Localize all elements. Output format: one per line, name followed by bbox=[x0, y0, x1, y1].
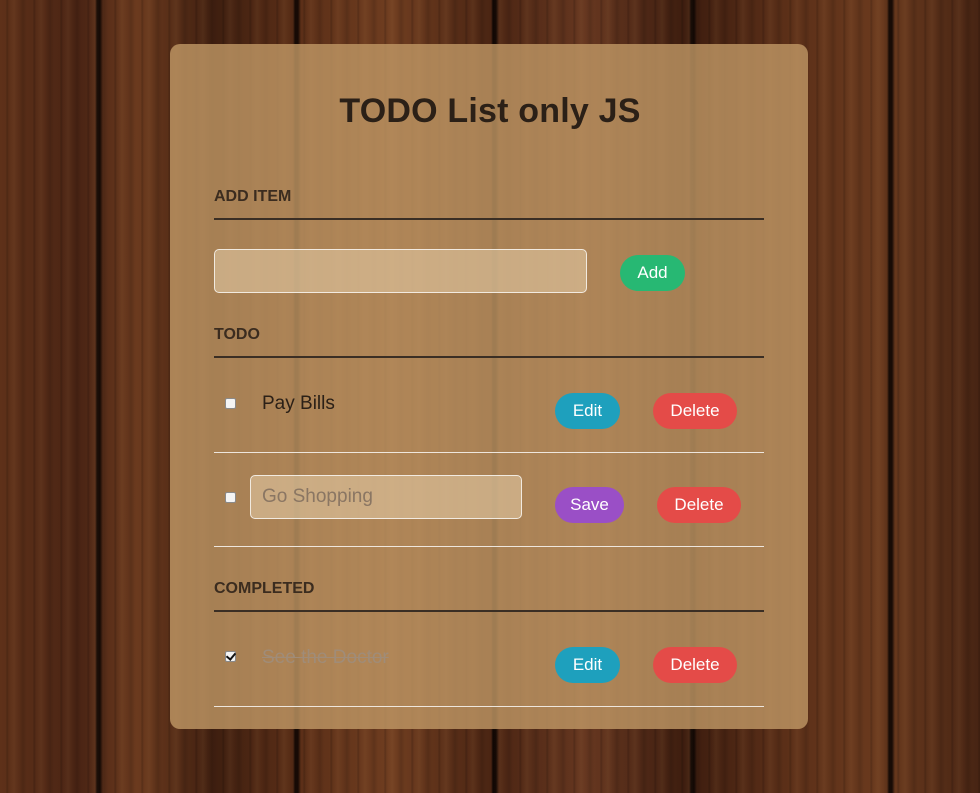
todo-heading: TODO bbox=[214, 326, 764, 358]
delete-button[interactable]: Delete bbox=[653, 393, 737, 429]
todo-checkbox[interactable] bbox=[225, 492, 236, 503]
completed-checkbox[interactable] bbox=[225, 651, 236, 662]
add-button[interactable]: Add bbox=[620, 255, 685, 291]
edit-button[interactable]: Edit bbox=[555, 393, 620, 429]
save-button[interactable]: Save bbox=[555, 487, 624, 523]
page-title: TODO List only JS bbox=[339, 92, 641, 130]
new-item-input[interactable] bbox=[214, 249, 587, 293]
todo-item-label: Pay Bills bbox=[262, 393, 335, 414]
row-divider bbox=[214, 452, 764, 453]
todo-checkbox[interactable] bbox=[225, 398, 236, 409]
completed-item-label: See the Doctor bbox=[262, 647, 389, 668]
row-divider bbox=[214, 546, 764, 547]
completed-heading: COMPLETED bbox=[214, 580, 764, 612]
delete-button[interactable]: Delete bbox=[653, 647, 737, 683]
todo-card bbox=[170, 44, 808, 729]
delete-button[interactable]: Delete bbox=[657, 487, 741, 523]
edit-button[interactable]: Edit bbox=[555, 647, 620, 683]
edit-item-input[interactable] bbox=[250, 475, 522, 519]
row-divider bbox=[214, 706, 764, 707]
add-item-heading: ADD ITEM bbox=[214, 188, 764, 220]
